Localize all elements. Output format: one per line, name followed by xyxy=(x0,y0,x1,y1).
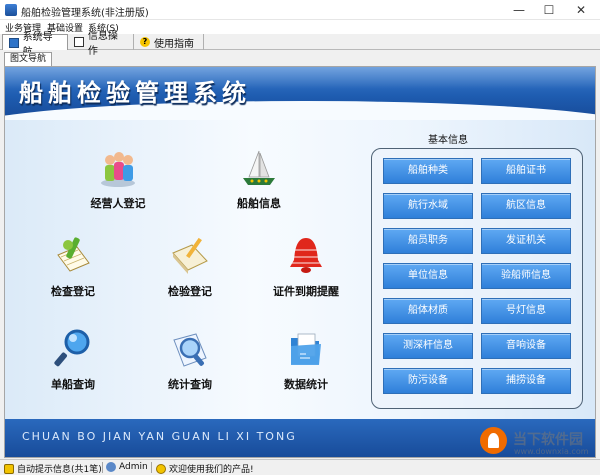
function-statistics-query[interactable]: 统计查询 xyxy=(135,328,245,404)
close-button[interactable]: ✕ xyxy=(566,0,596,20)
window-title: 船舶检验管理系统(非注册版) xyxy=(21,8,149,19)
function-certificate-expiry-reminder[interactable]: 证件到期提醒 xyxy=(251,235,361,311)
folder-icon xyxy=(291,333,321,365)
top-tab-strip: 系统导航 信息操作 ? 使用指南 xyxy=(0,31,600,58)
ship-certificate-button[interactable]: 船舶证书 xyxy=(481,158,571,184)
clipboard-pencil-icon xyxy=(57,237,90,272)
title-bar: 船舶检验管理系统(非注册版) — ☐ ✕ xyxy=(0,0,600,20)
basic-info-heading: 基本信息 xyxy=(428,135,468,146)
tab-graphic-navigation[interactable]: 图文导航 xyxy=(4,52,53,66)
watermark-logo-icon xyxy=(480,427,507,454)
tab-information-operations[interactable]: 信息操作 xyxy=(68,31,134,57)
monitor-icon xyxy=(9,37,19,48)
function-label: 检验登记 xyxy=(168,285,212,298)
main-navigation-panel: 船舶检验管理系统 经营人登记 船舶信息 检查登记 检验登记 证件到期提醒 单船查… xyxy=(4,66,596,458)
function-operator-registration[interactable]: 经营人登记 xyxy=(63,147,173,223)
function-label: 证件到期提醒 xyxy=(273,285,339,298)
magnifier-icon xyxy=(54,329,90,367)
status-bar: 自动提示信息(共1笔) Admin 欢迎使用我们的产品! xyxy=(0,459,600,475)
ship-icon xyxy=(243,150,275,185)
sounding-rod-button[interactable]: 测深杆信息 xyxy=(383,333,473,359)
document-icon xyxy=(74,37,84,47)
welcome-status: 欢迎使用我们的产品! xyxy=(156,462,254,475)
function-data-statistics[interactable]: 数据统计 xyxy=(251,328,361,404)
people-icon xyxy=(101,152,135,187)
auto-tips-text: 自动提示信息(共1笔) xyxy=(17,465,102,475)
function-label: 检查登记 xyxy=(51,285,95,298)
minimize-button[interactable]: — xyxy=(504,0,534,20)
welcome-text: 欢迎使用我们的产品! xyxy=(169,465,254,475)
function-survey-registration[interactable]: 检验登记 xyxy=(135,235,245,311)
navigation-area-button[interactable]: 航区信息 xyxy=(481,193,571,219)
notebook-pencil-icon xyxy=(172,237,208,274)
function-label: 统计查询 xyxy=(168,378,212,391)
username: Admin xyxy=(119,462,148,472)
system-title: 船舶检验管理系统 xyxy=(19,78,251,107)
navigation-waters-button[interactable]: 航行水域 xyxy=(383,193,473,219)
surveyor-info-button[interactable]: 验船师信息 xyxy=(481,263,571,289)
app-icon xyxy=(5,4,17,16)
crew-position-button[interactable]: 船员职务 xyxy=(383,228,473,254)
tab-system-navigation[interactable]: 系统导航 xyxy=(2,32,68,58)
tab-label: 使用指南 xyxy=(154,38,194,50)
bell-icon xyxy=(4,463,14,474)
system-pinyin: CHUAN BO JIAN YAN GUAN LI XI TONG xyxy=(22,430,297,443)
user-icon xyxy=(106,462,116,472)
function-label: 单船查询 xyxy=(51,378,95,391)
hull-material-button[interactable]: 船体材质 xyxy=(383,298,473,324)
function-single-ship-query[interactable]: 单船查询 xyxy=(18,328,128,404)
watermark-name: 当下软件园 xyxy=(513,432,583,448)
watermark: 当下软件园 www.downxia.com xyxy=(480,427,598,457)
maximize-button[interactable]: ☐ xyxy=(534,0,564,20)
bell-icon xyxy=(290,238,322,273)
basic-info-panel: 船舶种类 船舶证书 航行水域 航区信息 船员职务 发证机关 单位信息 验船师信息… xyxy=(371,148,583,409)
unit-info-button[interactable]: 单位信息 xyxy=(383,263,473,289)
tab-user-guide[interactable]: ? 使用指南 xyxy=(134,34,204,50)
function-ship-information[interactable]: 船舶信息 xyxy=(204,147,314,223)
issuing-authority-button[interactable]: 发证机关 xyxy=(481,228,571,254)
function-label: 数据统计 xyxy=(284,378,328,391)
function-inspection-registration[interactable]: 检查登记 xyxy=(18,235,128,311)
magnifier-chart-icon xyxy=(173,333,207,367)
fishing-equipment-button[interactable]: 捕捞设备 xyxy=(481,368,571,394)
function-label: 船舶信息 xyxy=(237,197,281,210)
auto-tips-status[interactable]: 自动提示信息(共1笔) xyxy=(4,462,102,475)
smile-icon xyxy=(156,463,166,474)
watermark-url: www.downxia.com xyxy=(514,447,589,456)
function-label: 经营人登记 xyxy=(90,197,146,210)
system-banner: 船舶检验管理系统 xyxy=(5,67,595,120)
pollution-prevention-button[interactable]: 防污设备 xyxy=(383,368,473,394)
tab-label: 信息操作 xyxy=(87,31,118,57)
sound-equipment-button[interactable]: 音响设备 xyxy=(481,333,571,359)
help-icon: ? xyxy=(140,37,150,47)
current-user: Admin xyxy=(106,462,148,472)
signal-light-button[interactable]: 号灯信息 xyxy=(481,298,571,324)
ship-type-button[interactable]: 船舶种类 xyxy=(383,158,473,184)
